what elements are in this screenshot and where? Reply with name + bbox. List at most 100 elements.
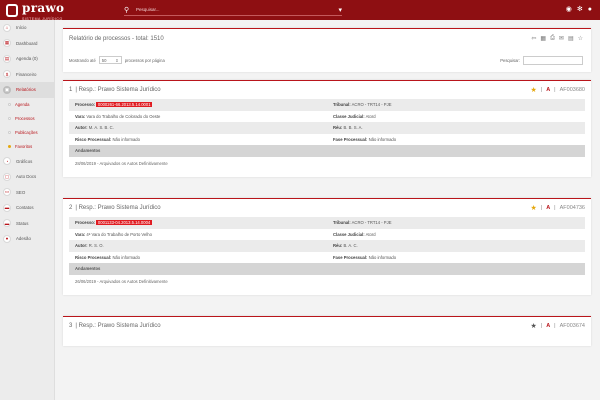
sidebar-item-seo[interactable]: ▭ SEO [0, 185, 54, 201]
process-card: 3 | Resp.: Prawo Sistema Jurídico ★ | A … [63, 316, 591, 346]
processo-number-link[interactable]: 0000261-66.2013.5.14.0001 [96, 102, 153, 108]
table-row: Vara: 4ª Vara do Trabalho de Porto Velho… [69, 229, 585, 241]
table-row: Processo: 0000261-66.2013.5.14.0001 Trib… [69, 99, 585, 111]
gear-icon[interactable]: ✻ [577, 5, 583, 14]
separator: | [540, 205, 543, 211]
logo[interactable]: prawo SISTEMA JURÍDICO [6, 1, 65, 21]
top-bar: prawo SISTEMA JURÍDICO ⚲ Pesquisar... ▾ … [0, 0, 600, 21]
search-field[interactable] [523, 56, 583, 65]
filter-icon[interactable]: ▾ [338, 6, 342, 14]
sidebar-item-adesao[interactable]: ● Adesão [0, 231, 54, 247]
table-row: Autor: M. A. S. B. C. Réu: B. B. S. A. [69, 122, 585, 134]
processo-number-link[interactable]: 0001133-04.2013.5.14.0004 [96, 220, 152, 226]
row-cell: Processo: 0001133-04.2013.5.14.0004 [69, 220, 327, 226]
card-code: AF003680 [559, 87, 585, 93]
separator: | [554, 87, 556, 93]
andamentos-header: Andamentos [69, 145, 585, 157]
sidebar-item-label: Agenda (0) [16, 56, 38, 62]
sidebar-subitem-agenda[interactable]: Agenda [0, 98, 54, 112]
membership-icon: ● [3, 234, 11, 243]
contacts-icon: ▬ [3, 203, 11, 212]
classe-label: Classe Judicial: [333, 231, 365, 237]
global-search[interactable]: ⚲ Pesquisar... ▾ [124, 4, 342, 16]
sidebar-item-label: Status [16, 220, 29, 226]
sidebar-item-auto-docs[interactable]: ▢ Auto Docs [0, 169, 54, 185]
logo-text: prawo [22, 1, 65, 15]
card-body: Processo: 0000261-66.2013.5.14.0001 Trib… [63, 99, 591, 177]
star-outline-icon[interactable]: ☆ [578, 35, 583, 42]
card-header: 1 | Resp.: Prawo Sistema Jurídico ★ | A … [63, 81, 591, 99]
sidebar-subitem-favoritos[interactable]: Favoritos [0, 140, 54, 154]
sidebar-item-label: Início [16, 25, 27, 31]
sidebar-item-agenda[interactable]: ▤ Agenda (0) [0, 51, 54, 67]
sidebar-subitem-processos[interactable]: Processos [0, 112, 54, 126]
sidebar-item-status[interactable]: ▬ Status [0, 216, 54, 232]
andamentos-label: Andamentos [75, 266, 101, 272]
row-cell: Réu: B. B. S. A. [327, 125, 585, 130]
page-size-select[interactable]: 50 ⇕ [98, 56, 122, 64]
sidebar-item-financeiro[interactable]: $ Financeiro [0, 67, 54, 83]
card-responsible: Resp.: Prawo Sistema Jurídico [78, 323, 161, 329]
sidebar-item-inicio[interactable]: ⌂ Início [0, 20, 54, 36]
letter-a-icon[interactable]: A [546, 87, 550, 93]
report-toolbar: ⇦ ▦ ⎙ ✉ ▤ ☆ [531, 35, 583, 42]
card-number: 2 [69, 205, 73, 211]
sidebar-item-label: Gráficos [16, 158, 33, 164]
sidebar-item-relatorios[interactable]: ▣ Relatórios [0, 82, 54, 98]
back-icon[interactable]: ⇦ [531, 35, 536, 42]
processo-label: Processo: [75, 102, 96, 108]
star-icon [8, 145, 11, 148]
letter-a-icon[interactable]: A [546, 205, 550, 211]
sidebar-item-dashboard[interactable]: ▦ Dashboard [0, 36, 54, 52]
separator: | [554, 205, 556, 211]
star-icon[interactable]: ★ [530, 86, 536, 94]
letter-a-icon[interactable]: A [546, 323, 550, 329]
seo-icon: ▭ [3, 188, 11, 197]
reu-value: B. B. S. A. [343, 125, 363, 131]
table-row: Vara: Vara do Trabalho de Colorado do Oe… [69, 111, 585, 123]
calendar-icon: ▤ [3, 54, 11, 63]
reu-label: Réu: [333, 125, 343, 131]
card-body: Processo: 0001133-04.2013.5.14.0004 Trib… [63, 217, 591, 295]
card-code: AF003674 [559, 323, 585, 329]
notifications-icon[interactable]: ◉ [566, 5, 572, 14]
fase-label: Fase Processual: [333, 136, 368, 142]
email-icon[interactable]: ✉ [559, 35, 564, 42]
tribunal-value: ACRO - TRT14 - PJE [351, 102, 392, 108]
status-icon: ▬ [3, 219, 11, 228]
search-label: Pesquisar: [500, 58, 520, 63]
row-cell: Fase Processual: Não informado [327, 255, 585, 260]
tribunal-label: Tribunal: [333, 102, 351, 108]
user-icon[interactable]: ● [588, 5, 592, 14]
autor-label: Autor: [75, 243, 88, 249]
sidebar-item-contatos[interactable]: ▬ Contatos [0, 200, 54, 216]
row-cell: Risco Processual: Não informado [69, 137, 327, 142]
main-content: Relatório de processos - total: 1510 ⇦ ▦… [55, 20, 600, 400]
reu-label: Réu: [333, 243, 343, 249]
star-icon[interactable]: ★ [530, 322, 536, 330]
pdf-icon[interactable]: ▤ [568, 35, 574, 42]
separator: | [554, 323, 556, 329]
fase-label: Fase Processual: [333, 254, 368, 260]
show-suffix: processos por página [124, 57, 165, 63]
card-number: 1 [69, 87, 73, 93]
dollar-icon: $ [3, 70, 11, 79]
search-input[interactable]: Pesquisar... [136, 7, 338, 12]
card-number: 3 [69, 323, 73, 329]
sidebar-subitem-publicacoes[interactable]: Publicações [0, 126, 54, 140]
classe-value: Atord [365, 231, 376, 237]
andamento-item: 26/06/2019 - Arquivados os Autos Definit… [75, 279, 168, 284]
grid-icon[interactable]: ▦ [540, 35, 546, 42]
top-actions: ◉ ✻ ● [566, 5, 592, 14]
card-code: AF004736 [559, 205, 585, 211]
print-icon[interactable]: ⎙ [550, 35, 555, 42]
fase-value: Não informado [368, 254, 397, 260]
andamentos-label: Andamentos [75, 148, 101, 154]
process-card: 1 | Resp.: Prawo Sistema Jurídico ★ | A … [63, 80, 591, 177]
row-cell: Risco Processual: Não informado [69, 255, 327, 260]
star-icon[interactable]: ★ [530, 204, 536, 212]
autor-value: R. S. O. [88, 243, 104, 249]
row-cell: Réu: B. A. C. [327, 243, 585, 248]
updown-icon: ⇕ [115, 57, 119, 63]
sidebar-item-graficos[interactable]: ◔ Gráficos [0, 154, 54, 170]
